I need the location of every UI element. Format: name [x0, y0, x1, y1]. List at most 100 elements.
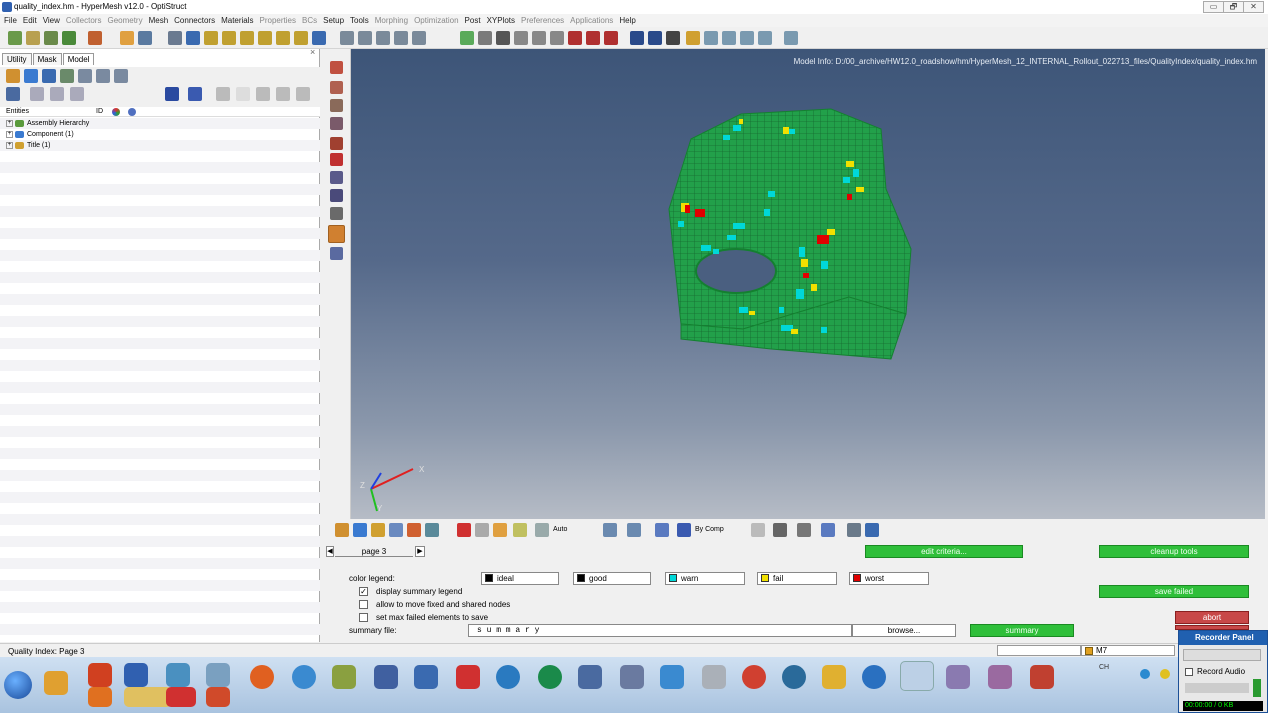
normals-icon[interactable] [330, 171, 343, 184]
tab-mask[interactable]: Mask [32, 53, 62, 65]
menu-tools[interactable]: Tools [350, 14, 369, 27]
menu-help[interactable]: Help [619, 14, 635, 27]
shaded-icon[interactable] [514, 31, 528, 45]
powerpoint-icon[interactable] [206, 687, 230, 707]
expand-icon[interactable]: + [6, 130, 13, 138]
element-shading-icon[interactable] [773, 523, 787, 537]
loadcol-view-icon[interactable] [78, 69, 92, 83]
transparency-icon[interactable] [797, 523, 811, 537]
tab-model[interactable]: Model [62, 53, 95, 65]
mesh-lines-icon[interactable] [330, 99, 343, 112]
system-view-icon[interactable] [96, 69, 110, 83]
auto-dropdown[interactable]: Auto [553, 526, 567, 533]
feature-lines-icon[interactable] [330, 117, 343, 130]
tab-utility[interactable]: Utility [2, 53, 32, 65]
export-icon[interactable] [44, 31, 58, 45]
reject-icon[interactable] [457, 523, 471, 537]
menu-properties[interactable]: Properties [260, 14, 296, 27]
menu-geometry[interactable]: Geometry [107, 14, 142, 27]
explorer-icon[interactable] [124, 687, 172, 707]
minimize-button[interactable]: ▭ [1203, 1, 1224, 13]
filter-icon[interactable] [50, 87, 64, 101]
element-color-icon[interactable] [330, 153, 343, 166]
hand-icon[interactable] [394, 31, 408, 45]
wireframe-icon[interactable] [532, 31, 546, 45]
import-icon[interactable] [26, 31, 40, 45]
collector-icon[interactable] [138, 31, 152, 45]
auto-icon[interactable] [535, 523, 549, 537]
app-icon-12[interactable] [578, 665, 602, 689]
app-icon-22[interactable] [1030, 665, 1054, 689]
app-icon-15[interactable] [702, 665, 726, 689]
app-icon-10[interactable] [496, 665, 520, 689]
topology-icon[interactable] [821, 523, 835, 537]
close-button[interactable]: ✕ [1243, 1, 1264, 13]
abort-button[interactable]: abort [1175, 611, 1249, 624]
cleanup-tools-button[interactable]: cleanup tools [1099, 545, 1249, 558]
summary-button[interactable]: summary [970, 624, 1074, 637]
app-icon-16[interactable] [742, 665, 766, 689]
menu-edit[interactable]: Edit [23, 14, 37, 27]
select-icon[interactable] [216, 87, 230, 101]
view-left-icon[interactable] [240, 31, 254, 45]
model-icon[interactable] [88, 31, 102, 45]
arrow-icon[interactable] [412, 31, 426, 45]
assembly-view-icon[interactable] [24, 69, 38, 83]
app-icon-20[interactable] [946, 665, 970, 689]
delete-icon[interactable] [604, 31, 618, 45]
menu-applications[interactable]: Applications [570, 14, 613, 27]
menu-materials[interactable]: Materials [221, 14, 253, 27]
material-view-icon[interactable] [42, 69, 56, 83]
view-front-icon[interactable] [276, 31, 290, 45]
app-icon-9[interactable] [456, 665, 480, 689]
hypermesh-taskbar-icon[interactable] [900, 661, 934, 691]
view-iso-icon[interactable] [312, 31, 326, 45]
abc-icon[interactable] [330, 207, 343, 220]
card-icon[interactable] [371, 523, 385, 537]
app-icon-3[interactable] [166, 663, 190, 687]
layout-5-icon[interactable] [758, 31, 772, 45]
zoom-icon[interactable] [168, 31, 182, 45]
app-icon-7[interactable] [374, 665, 398, 689]
tree-item[interactable]: + Assembly Hierarchy [6, 118, 89, 129]
zoom-in-icon[interactable] [358, 31, 372, 45]
tray-app-icon[interactable] [1160, 669, 1170, 679]
legend-worst[interactable]: worst [849, 572, 929, 585]
expand-icon[interactable]: + [6, 119, 13, 127]
app-icon-18[interactable] [822, 665, 846, 689]
recorder-controls[interactable] [1183, 649, 1261, 661]
legend-good[interactable]: good [573, 572, 651, 585]
entity-display-icon[interactable] [330, 81, 343, 94]
browse-button[interactable]: browse... [852, 624, 956, 637]
component-view-icon[interactable] [6, 69, 20, 83]
display-summary-legend-checkbox[interactable]: ✓ [359, 587, 368, 596]
save-failed-button[interactable]: save failed [1099, 585, 1249, 598]
quality-icon[interactable] [330, 247, 343, 260]
monitor-icon[interactable] [865, 523, 879, 537]
load-icon[interactable] [389, 523, 403, 537]
assembly-icon[interactable] [353, 523, 367, 537]
layout-1-icon[interactable] [686, 31, 700, 45]
highlight-icon[interactable] [236, 87, 250, 101]
ie-icon[interactable] [292, 665, 316, 689]
card-edit-icon[interactable] [330, 61, 343, 74]
menu-mesh[interactable]: Mesh [149, 14, 169, 27]
notes-icon[interactable] [666, 31, 680, 45]
expand-icon[interactable]: + [6, 141, 13, 149]
tree-item[interactable]: + Title (1) [6, 140, 50, 151]
bottle-icon[interactable] [496, 31, 510, 45]
mesh-model[interactable] [351, 49, 1265, 519]
layout-4-icon[interactable] [740, 31, 754, 45]
app-icon-1[interactable] [44, 671, 68, 695]
layout-6-icon[interactable] [784, 31, 798, 45]
app-icon-11[interactable] [538, 665, 562, 689]
hide-icon[interactable] [493, 523, 507, 537]
app-icon-6[interactable] [332, 665, 356, 689]
find-icon[interactable] [70, 87, 84, 101]
app-icon-4[interactable] [166, 687, 196, 707]
summary-file-input[interactable]: s u m m a r y [468, 624, 852, 637]
page-next-button[interactable]: ▶ [415, 546, 425, 557]
bycomp-dropdown[interactable]: By Comp [695, 526, 724, 533]
view-top-icon[interactable] [204, 31, 218, 45]
app-icon-14[interactable] [660, 665, 684, 689]
